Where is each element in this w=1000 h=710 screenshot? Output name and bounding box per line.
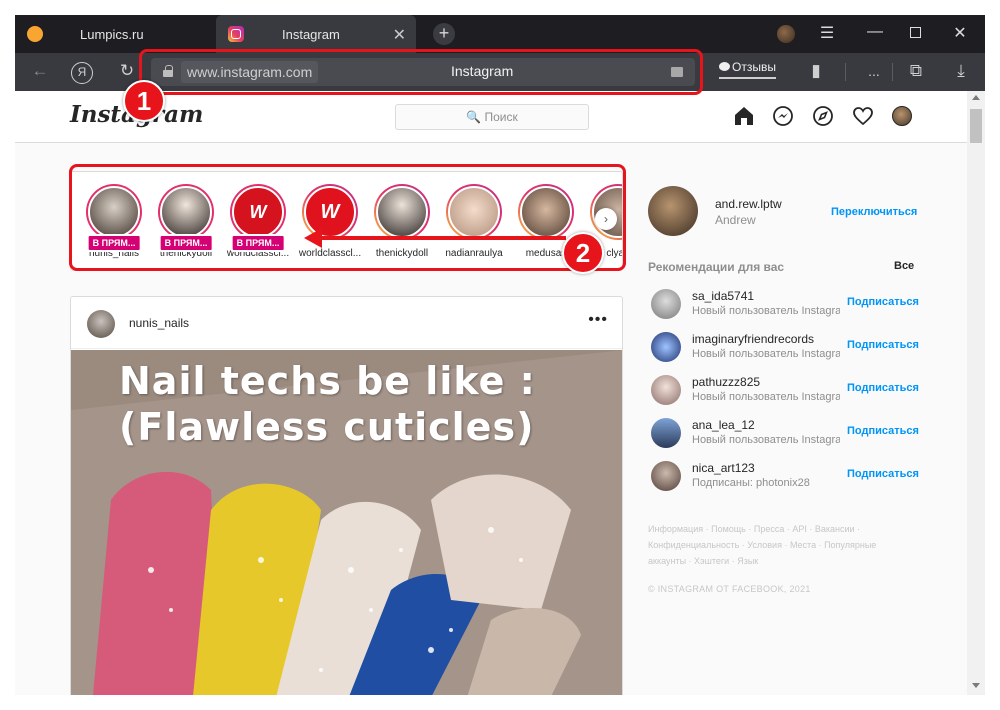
- suggestion-username[interactable]: imaginaryfriendrecords: [692, 332, 814, 346]
- current-username[interactable]: and.rew.lptw: [715, 197, 782, 211]
- caption-line: (Flawless cuticles): [119, 405, 535, 449]
- suggestion-subtitle: Подписаны: photonix28: [692, 477, 810, 489]
- post-image[interactable]: Nail techs be like : (Flawless cuticles): [71, 350, 622, 695]
- post-username[interactable]: nunis_nails: [129, 316, 189, 330]
- post-avatar[interactable]: [87, 310, 115, 338]
- profile-avatar[interactable]: [892, 106, 912, 126]
- suggestion-username[interactable]: sa_ida5741: [692, 289, 754, 303]
- home-icon[interactable]: [733, 105, 755, 127]
- instagram-favicon-icon: [228, 26, 244, 42]
- toolbar-divider: [845, 63, 846, 81]
- suggestion-avatar[interactable]: [651, 418, 681, 448]
- tab-label: Lumpics.ru: [80, 26, 144, 42]
- suggestion-item: sa_ida5741 Новый пользователь Instagram …: [651, 287, 919, 327]
- suggestion-subtitle: Новый пользователь Instagram: [692, 391, 840, 403]
- suggestion-item: pathuzzz825 Новый пользователь Instagram…: [651, 373, 919, 413]
- browser-tab-bar: Lumpics.ru Instagram ✕ + ☰ — ✕: [15, 15, 985, 53]
- reviews-label: Отзывы: [732, 60, 776, 74]
- feed-post: nunis_nails ••• Nail techs be like: (Fl…: [70, 296, 623, 695]
- see-all-link[interactable]: Все: [894, 260, 914, 272]
- follow-button[interactable]: Подписаться: [847, 425, 919, 437]
- bookmark-icon[interactable]: ▮: [805, 61, 827, 81]
- suggestion-subtitle: Новый пользователь Instagram: [692, 434, 840, 446]
- suggestion-subtitle: Новый пользователь Instagram: [692, 348, 840, 360]
- follow-button[interactable]: Подписаться: [847, 296, 919, 308]
- tab-lumpics[interactable]: Lumpics.ru: [15, 15, 215, 53]
- suggestion-avatar[interactable]: [651, 289, 681, 319]
- close-window-icon[interactable]: ✕: [950, 23, 970, 43]
- suggestion-subtitle: Новый пользователь Instagram: [692, 305, 840, 317]
- suggestion-item: nica_art123 Подписаны: photonix28 Подпис…: [651, 459, 919, 499]
- page-scrollbar[interactable]: [967, 91, 985, 695]
- current-full-name: Andrew: [715, 213, 756, 227]
- new-tab-button[interactable]: +: [433, 23, 455, 45]
- suggestion-avatar[interactable]: [651, 461, 681, 491]
- speech-bubble-icon: [719, 62, 730, 71]
- heart-icon[interactable]: [852, 105, 874, 127]
- scroll-down-arrow-icon[interactable]: [972, 683, 980, 688]
- suggestion-item: ana_lea_12 Новый пользователь Instagram …: [651, 416, 919, 456]
- explore-compass-icon[interactable]: [812, 105, 834, 127]
- step-marker-2: 2: [562, 232, 604, 274]
- minimize-icon[interactable]: —: [865, 23, 885, 41]
- download-icon[interactable]: ⤓: [950, 61, 972, 81]
- step-marker-1: 1: [123, 80, 165, 122]
- more-options-icon[interactable]: •••: [588, 311, 608, 329]
- profile-avatar[interactable]: [777, 25, 795, 43]
- copyright-text: © INSTAGRAM ОТ FACEBOOK, 2021: [648, 584, 811, 594]
- reviews-button[interactable]: Отзывы: [719, 60, 776, 79]
- more-icon[interactable]: ...: [863, 63, 885, 79]
- highlight-box-address-bar: [139, 49, 703, 95]
- follow-button[interactable]: Подписаться: [847, 339, 919, 351]
- suggestion-avatar[interactable]: [651, 332, 681, 362]
- search-input[interactable]: 🔍 Поиск: [395, 104, 589, 130]
- suggestion-item: imaginaryfriendrecords Новый пользовател…: [651, 330, 919, 370]
- messenger-icon[interactable]: [772, 105, 794, 127]
- follow-button[interactable]: Подписаться: [847, 382, 919, 394]
- reload-icon[interactable]: ↻: [116, 61, 138, 81]
- recommendations-title: Рекомендации для вас: [648, 260, 785, 274]
- suggestion-avatar[interactable]: [651, 375, 681, 405]
- tab-label: Instagram: [282, 26, 340, 42]
- suggestion-username[interactable]: pathuzzz825: [692, 375, 760, 389]
- yandex-icon[interactable]: Я: [71, 62, 93, 84]
- post-caption-text: Nail techs be like : (Flawless cuticles): [119, 358, 536, 450]
- suggestion-username[interactable]: ana_lea_12: [692, 418, 755, 432]
- tab-instagram[interactable]: Instagram ✕: [216, 15, 416, 53]
- collections-icon[interactable]: ⧉: [905, 61, 927, 81]
- lumpics-favicon-icon: [27, 26, 43, 42]
- scrollbar-thumb[interactable]: [970, 109, 982, 143]
- suggestion-username[interactable]: nica_art123: [692, 461, 755, 475]
- caption-line: Nail techs be like :: [119, 359, 536, 403]
- screenshot-frame: Lumpics.ru Instagram ✕ + ☰ — ✕ ← Я ↻ www…: [0, 0, 1000, 710]
- footer-links[interactable]: Информация · Помощь · Пресса · API · Вак…: [648, 521, 888, 569]
- follow-button[interactable]: Подписаться: [847, 468, 919, 480]
- maximize-icon[interactable]: [905, 23, 925, 43]
- current-user-avatar[interactable]: [648, 186, 698, 236]
- switch-account-link[interactable]: Переключиться: [831, 206, 917, 218]
- toolbar-divider: [892, 63, 893, 81]
- highlight-box-stories: [69, 164, 626, 271]
- close-tab-icon[interactable]: ✕: [393, 25, 406, 45]
- menu-icon[interactable]: ☰: [817, 23, 837, 43]
- post-header: nunis_nails •••: [71, 297, 622, 349]
- scroll-up-arrow-icon[interactable]: [972, 95, 980, 100]
- back-arrow-icon[interactable]: ←: [29, 61, 51, 81]
